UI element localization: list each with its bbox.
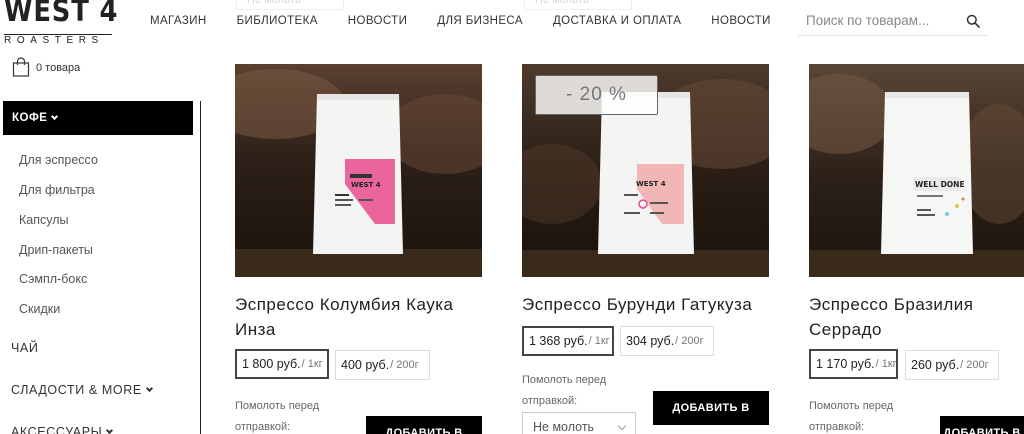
price-option-1kg[interactable]: 1 800 руб. / 1кг xyxy=(235,349,329,379)
product-image[interactable]: WELL DONE xyxy=(809,64,1024,277)
pack-brand-text: WELL DONE xyxy=(915,180,965,189)
nav-delivery[interactable]: Доставка и оплата xyxy=(553,15,681,27)
product-title[interactable]: Эспрессо Колумбия Каука Инза xyxy=(235,292,485,342)
discount-badge: - 20 % xyxy=(535,75,658,115)
price-option-1kg[interactable]: 1 368 руб. / 1кг xyxy=(522,326,614,356)
nav-business[interactable]: Для бизнеса xyxy=(437,15,523,27)
subcategory-filter[interactable]: Для фильтра xyxy=(19,183,95,197)
product-title-line: Инза xyxy=(235,320,276,339)
pack-brand-text: WEST 4 xyxy=(351,181,381,189)
sidebar-divider xyxy=(200,101,201,434)
grind-label: Помолоть перед отправкой: xyxy=(809,400,894,433)
product-image[interactable]: WEST 4 - 20 % xyxy=(522,64,769,277)
product-title-line: Эспрессо Бразилия xyxy=(809,295,974,314)
product-title-line: Серрадо xyxy=(809,320,882,339)
chevron-down-icon xyxy=(106,426,114,434)
category-sweets[interactable]: Сладости & more xyxy=(11,383,153,397)
category-sweets-label: Сладости & more xyxy=(11,383,142,397)
chevron-down-icon xyxy=(617,421,627,431)
price-value: 400 руб. xyxy=(341,358,390,372)
product-title[interactable]: Эспрессо Бурунди Гатукуза xyxy=(522,292,772,317)
main-nav: Магазин Библиотека Новости Для бизнеса Д… xyxy=(150,15,801,27)
grind-select-ghost[interactable]: Не молоть xyxy=(236,0,344,10)
category-coffee-label: Кофе xyxy=(12,112,48,124)
price-option-200g[interactable]: 400 руб. / 200г xyxy=(335,350,430,380)
subcategory-espresso[interactable]: Для эспрессо xyxy=(19,153,98,167)
grind-select[interactable]: Не молоть xyxy=(522,412,636,434)
price-value: 1 368 руб. xyxy=(529,334,588,348)
price-option-200g[interactable]: 260 руб. / 200г xyxy=(905,350,999,380)
add-to-cart-button[interactable]: Добавить в xyxy=(653,391,769,425)
coffee-bag-image: WEST 4 xyxy=(235,64,482,277)
price-value: 1 170 руб. xyxy=(816,357,875,371)
price-unit: / 1кг xyxy=(301,358,323,370)
price-unit: / 200г xyxy=(390,359,419,371)
subcategory-sample-box[interactable]: Сэмпл-бокс xyxy=(19,272,87,286)
coffee-bag-image: WELL DONE xyxy=(809,64,1024,277)
shopping-bag-icon xyxy=(12,57,30,77)
price-unit: / 200г xyxy=(675,335,704,347)
cart-link[interactable]: 0 товара xyxy=(12,57,80,77)
product-title-line: Эспрессо Колумбия Каука xyxy=(235,295,454,314)
chevron-down-icon xyxy=(51,112,59,120)
site-logo[interactable]: WEST 4 ROASTERS xyxy=(4,0,118,48)
subcategory-drip-bags[interactable]: Дрип-пакеты xyxy=(19,243,93,257)
search-icon[interactable] xyxy=(966,14,980,28)
nav-news[interactable]: Новости xyxy=(348,15,408,27)
grind-label: Помолоть перед отправкой: xyxy=(522,374,607,407)
logo-wordmark: WEST 4 xyxy=(4,0,119,29)
category-tea-label: Чай xyxy=(11,341,39,355)
category-accessories[interactable]: Аксессуары xyxy=(11,425,114,434)
product-title[interactable]: Эспрессо Бразилия Серрадо xyxy=(809,292,1024,342)
category-coffee[interactable]: Кофе xyxy=(3,101,193,135)
grind-select-ghost[interactable]: Не молоть xyxy=(524,0,632,10)
subcategory-discounts[interactable]: Скидки xyxy=(19,302,60,316)
search-box xyxy=(798,6,988,36)
nav-library[interactable]: Библиотека xyxy=(237,15,318,27)
price-unit: / 1кг xyxy=(875,358,897,370)
category-tea[interactable]: Чай xyxy=(11,341,38,355)
price-value: 260 руб. xyxy=(911,358,960,372)
search-input[interactable] xyxy=(806,13,956,28)
nav-news-2[interactable]: Новости xyxy=(711,15,771,27)
product-title-line: Эспрессо Бурунди Гатукуза xyxy=(522,295,753,314)
price-option-200g[interactable]: 304 руб. / 200г xyxy=(620,326,714,356)
chevron-down-icon xyxy=(145,384,153,392)
price-unit: / 200г xyxy=(960,359,989,371)
pack-brand-text: WEST 4 xyxy=(636,180,666,188)
price-value: 304 руб. xyxy=(626,334,675,348)
grind-label: Помолоть перед отправкой: xyxy=(235,400,320,433)
price-option-1kg[interactable]: 1 170 руб. / 1кг xyxy=(809,349,898,379)
category-accessories-label: Аксессуары xyxy=(11,425,103,434)
grind-select-value: Не молоть xyxy=(533,420,595,434)
cart-count: 0 товара xyxy=(36,62,81,74)
price-value: 1 800 руб. xyxy=(242,357,301,371)
add-to-cart-button[interactable]: Добавить в xyxy=(940,416,1024,434)
product-image[interactable]: WEST 4 xyxy=(235,64,482,277)
subcategory-capsules[interactable]: Капсулы xyxy=(19,213,69,227)
nav-shop[interactable]: Магазин xyxy=(150,15,207,27)
add-to-cart-button[interactable]: Добавить в xyxy=(366,416,482,434)
logo-subtitle: ROASTERS xyxy=(4,34,112,46)
price-unit: / 1кг xyxy=(588,335,610,347)
